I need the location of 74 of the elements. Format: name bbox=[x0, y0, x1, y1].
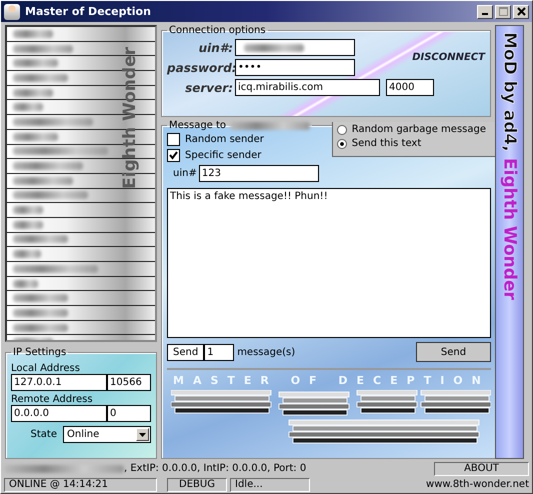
blurred-contact[interactable] bbox=[13, 74, 68, 82]
send-button[interactable]: Send bbox=[416, 342, 491, 362]
field-label: State bbox=[30, 429, 57, 440]
port-field[interactable]: 0 bbox=[107, 405, 151, 422]
blurred-contact[interactable] bbox=[13, 308, 68, 317]
status-text: , ExtIP: 0.0.0.0, IntIP: 0.0.0.0, Port: 0 bbox=[124, 463, 306, 474]
field-label: password: bbox=[167, 60, 233, 74]
blurred-contact[interactable] bbox=[13, 162, 83, 170]
blurred-contact[interactable] bbox=[13, 235, 68, 244]
field-label: Remote Address bbox=[11, 394, 94, 405]
group-title: Connection options bbox=[168, 25, 267, 36]
group-title: Message to bbox=[169, 120, 226, 131]
blurred-contact[interactable] bbox=[13, 118, 93, 126]
radio-option[interactable]: Send this text bbox=[336, 138, 486, 149]
blurred-contact[interactable] bbox=[13, 324, 68, 332]
disconnect-button[interactable]: DISCONNECT bbox=[412, 52, 485, 63]
uin-field[interactable]: 123 bbox=[198, 165, 319, 182]
checkbox[interactable] bbox=[167, 133, 180, 146]
status-pane: Idle... bbox=[230, 478, 310, 492]
radio-button[interactable] bbox=[336, 124, 347, 134]
blurred-contact[interactable] bbox=[13, 44, 73, 53]
maximize-icon bbox=[498, 7, 508, 16]
about-button[interactable]: ABOUT bbox=[434, 462, 529, 476]
banner-text: MoD by ad4, bbox=[500, 32, 520, 152]
minimize-button[interactable] bbox=[477, 4, 493, 18]
blurred-contact[interactable] bbox=[13, 220, 43, 229]
blurred-contact[interactable] bbox=[13, 280, 38, 288]
address-field[interactable]: 0.0.0.0 bbox=[11, 405, 107, 422]
group-title: IP Settings bbox=[12, 347, 68, 358]
window-title: Master of Deception bbox=[25, 5, 151, 18]
close-button[interactable] bbox=[513, 4, 529, 18]
blurred-contact[interactable] bbox=[13, 191, 88, 200]
radio-option[interactable]: Random garbage message bbox=[336, 124, 486, 135]
server-field[interactable]: icq.mirabilis.com bbox=[235, 79, 380, 96]
blurred-contact[interactable] bbox=[13, 147, 108, 156]
count-field[interactable]: 1 bbox=[204, 344, 234, 360]
uin-field[interactable] bbox=[235, 39, 355, 56]
status-pane: ONLINE @ 14:14:21 bbox=[4, 478, 157, 492]
tagline-text: MASTER OF DECEPTION bbox=[172, 374, 491, 387]
person-icon bbox=[4, 4, 20, 20]
send-label: Send bbox=[167, 344, 204, 360]
blurred-contact[interactable] bbox=[13, 264, 98, 273]
address-field[interactable]: 127.0.0.1 bbox=[11, 374, 107, 391]
minimize-icon bbox=[482, 13, 488, 15]
field-label: uin# bbox=[173, 168, 197, 179]
port-field[interactable]: 10566 bbox=[107, 374, 151, 391]
banner-text: Eighth Wonder bbox=[500, 158, 520, 300]
blurred-contact[interactable] bbox=[13, 30, 53, 38]
watermark-text: Eighth Wonder bbox=[120, 47, 140, 189]
blurred-contact[interactable] bbox=[13, 132, 58, 141]
website-link[interactable]: www.8th-wonder.net bbox=[426, 479, 529, 490]
radio-button[interactable] bbox=[336, 138, 347, 148]
close-icon bbox=[516, 7, 526, 16]
checkbox-row[interactable]: Specific sender bbox=[167, 149, 319, 162]
message-field[interactable]: This is a fake message!! Phun!! bbox=[167, 188, 491, 338]
blurred-contact[interactable] bbox=[13, 88, 53, 97]
blurred-contact[interactable] bbox=[13, 294, 68, 302]
field-label: uin#: bbox=[198, 40, 233, 54]
password-field[interactable]: •••• bbox=[235, 59, 355, 76]
port-field[interactable]: 4000 bbox=[386, 79, 434, 96]
field-label: server: bbox=[184, 80, 233, 94]
checkbox-row[interactable]: Random sender bbox=[167, 133, 319, 146]
debug-button[interactable]: DEBUG bbox=[167, 478, 227, 492]
checkbox[interactable] bbox=[167, 149, 180, 162]
blurred-contact[interactable] bbox=[13, 250, 41, 258]
count-label: message(s) bbox=[237, 346, 296, 358]
state-dropdown[interactable]: Online bbox=[63, 426, 151, 443]
blurred-contact[interactable] bbox=[13, 103, 43, 112]
blurred-contact[interactable] bbox=[13, 59, 58, 68]
blurred-text bbox=[244, 44, 304, 52]
field-label: Local Address bbox=[11, 363, 81, 374]
blurred-contact[interactable] bbox=[13, 176, 73, 185]
blurred-contact[interactable] bbox=[13, 206, 43, 214]
maximize-button[interactable] bbox=[495, 4, 511, 18]
